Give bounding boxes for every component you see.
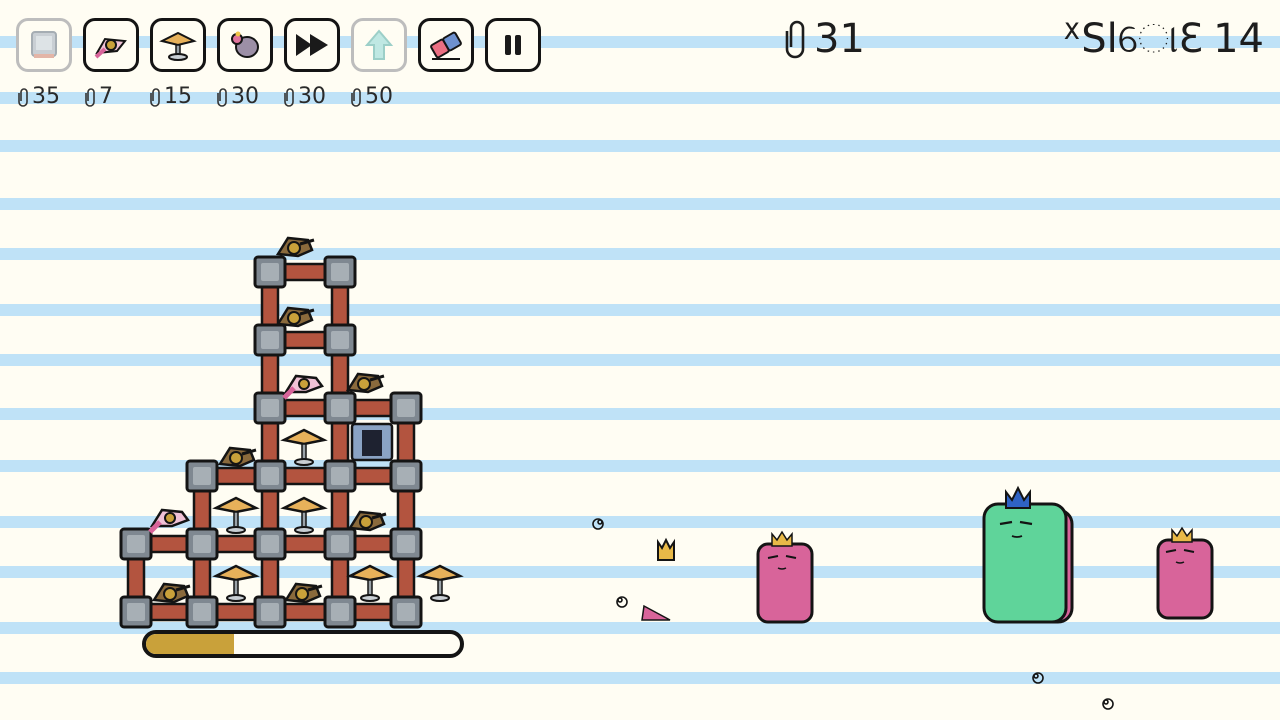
tower [119, 236, 462, 629]
enemy-pink-king-1 [756, 530, 814, 624]
game-scene [119, 236, 1214, 710]
tower-health-bar [142, 630, 464, 658]
enemy-pink-king-2 [1156, 526, 1214, 620]
dropped-crown [657, 537, 675, 561]
pink-fragment [641, 604, 671, 621]
door [350, 422, 394, 462]
tower-health-fill [146, 634, 234, 654]
enemy-green-king [982, 485, 1074, 624]
